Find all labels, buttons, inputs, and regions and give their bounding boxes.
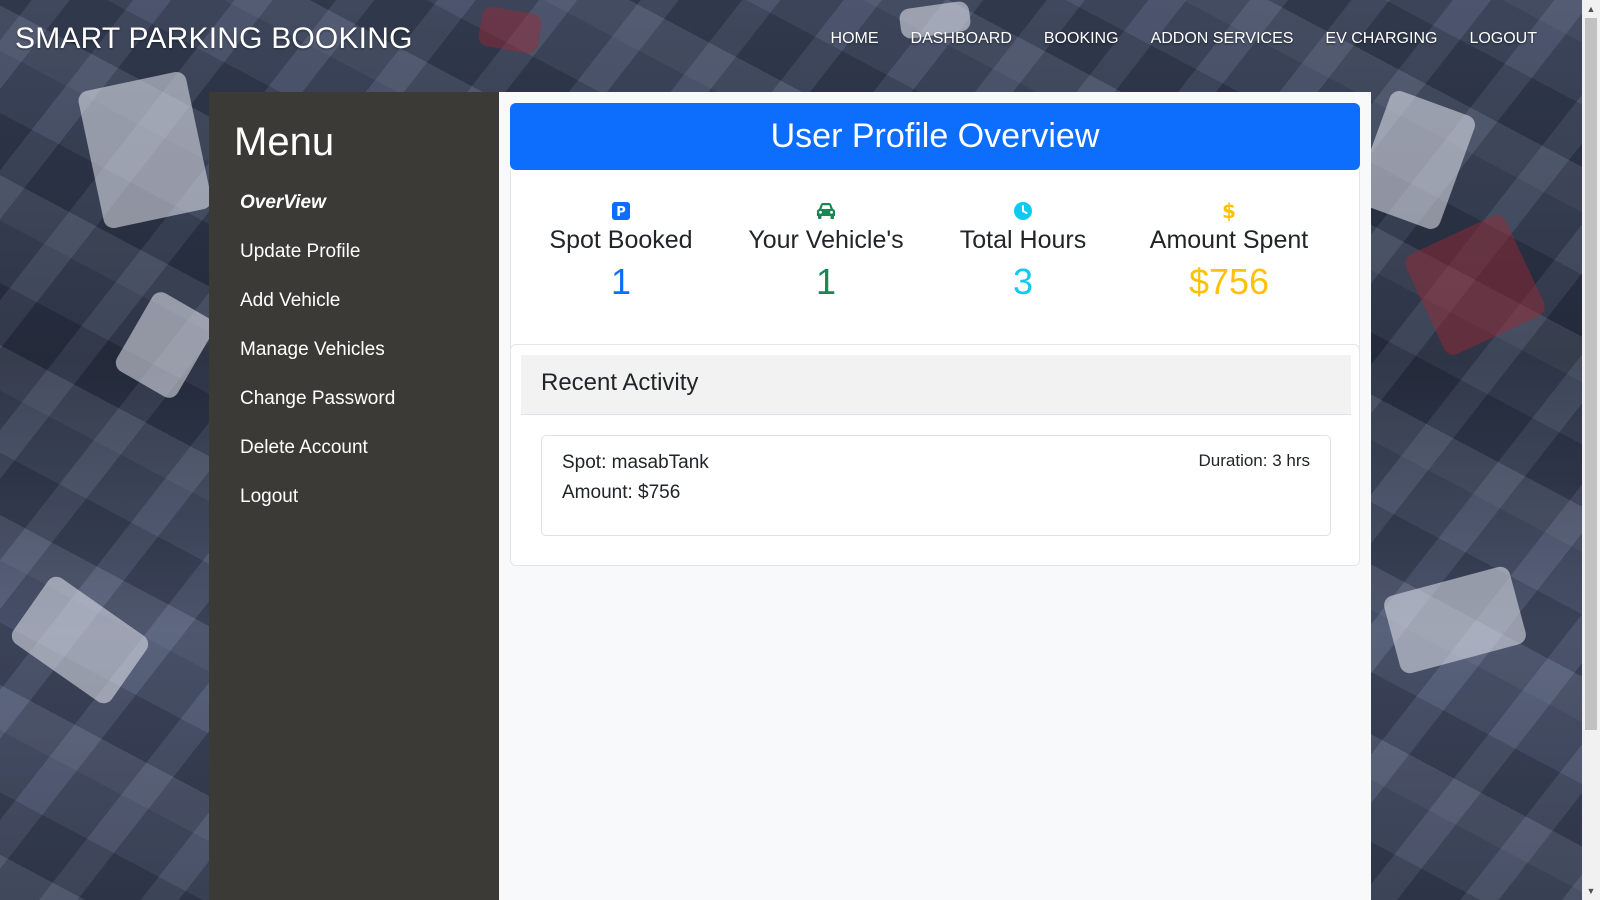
sidebar: Menu OverView Update Profile Add Vehicle… xyxy=(209,92,499,900)
brand-logo[interactable]: SMART PARKING BOOKING xyxy=(15,22,413,56)
stat-value: 1 xyxy=(815,261,837,302)
sidebar-link-manage-vehicles[interactable]: Manage Vehicles xyxy=(240,339,385,360)
recent-activity-title: Recent Activity xyxy=(541,369,699,396)
activity-duration: Duration: 3 hrs xyxy=(1198,451,1311,470)
sidebar-item-add-vehicle: Add Vehicle xyxy=(240,290,395,339)
sidebar-item-update-profile: Update Profile xyxy=(240,241,395,290)
parking-icon: P xyxy=(521,198,721,224)
dollar-icon: $ xyxy=(1129,198,1329,224)
scrollbar-thumb[interactable] xyxy=(1585,18,1597,730)
recent-activity-card: Recent Activity Spot: masabTank Amount: … xyxy=(510,344,1360,566)
sidebar-item-manage-vehicles: Manage Vehicles xyxy=(240,339,395,388)
stat-amount-spent: $ Amount Spent $756 xyxy=(1129,198,1329,303)
scroll-down-arrow-icon[interactable]: ▼ xyxy=(1582,882,1600,900)
top-navbar: SMART PARKING BOOKING HOME DASHBOARD BOO… xyxy=(0,0,1582,82)
car-icon xyxy=(726,198,926,224)
clock-icon xyxy=(923,198,1123,224)
stat-spot-booked: P Spot Booked 1 xyxy=(521,198,721,303)
activity-spot: Spot: masabTank xyxy=(562,452,709,473)
sidebar-link-change-password[interactable]: Change Password xyxy=(240,388,395,409)
activity-list-item: Spot: masabTank Amount: $756 Duration: 3… xyxy=(541,435,1331,536)
nav-ev-charging-link[interactable]: EV CHARGING xyxy=(1325,30,1437,48)
sidebar-item-change-password: Change Password xyxy=(240,388,395,437)
nav-dashboard-link[interactable]: DASHBOARD xyxy=(911,30,1012,48)
page-scrollbar[interactable]: ▲ ▼ xyxy=(1582,0,1600,900)
sidebar-link-delete-account[interactable]: Delete Account xyxy=(240,437,368,458)
sidebar-item-delete-account: Delete Account xyxy=(240,437,395,486)
stat-label: Total Hours xyxy=(959,226,1087,254)
sidebar-link-update-profile[interactable]: Update Profile xyxy=(240,241,360,262)
stat-vehicles: Your Vehicle's 1 xyxy=(726,198,926,303)
sidebar-link-logout[interactable]: Logout xyxy=(240,486,298,507)
nav-logout-link[interactable]: LOGOUT xyxy=(1469,30,1537,48)
sidebar-link-overview[interactable]: OverView xyxy=(240,192,326,213)
svg-text:$: $ xyxy=(1222,200,1236,222)
nav-booking-link[interactable]: BOOKING xyxy=(1044,30,1119,48)
stat-total-hours: Total Hours 3 xyxy=(923,198,1123,303)
nav-home-link[interactable]: HOME xyxy=(831,30,879,48)
sidebar-item-logout: Logout xyxy=(240,486,395,535)
main-content: User Profile Overview P Spot Booked 1 Yo… xyxy=(499,92,1371,900)
stat-label: Your Vehicle's xyxy=(748,226,904,254)
scroll-up-arrow-icon[interactable]: ▲ xyxy=(1582,0,1600,18)
sidebar-title: Menu xyxy=(234,120,335,164)
svg-text:P: P xyxy=(616,205,626,220)
main-nav: HOME DASHBOARD BOOKING ADDON SERVICES EV… xyxy=(831,30,1537,48)
stat-label: Amount Spent xyxy=(1149,226,1309,254)
sidebar-link-add-vehicle[interactable]: Add Vehicle xyxy=(240,290,340,311)
page-title: User Profile Overview xyxy=(770,117,1100,155)
stat-value: 3 xyxy=(1012,261,1034,302)
recent-activity-header: Recent Activity xyxy=(521,355,1351,415)
stat-value: 1 xyxy=(610,261,632,302)
stat-label: Spot Booked xyxy=(549,226,693,254)
sidebar-item-overview: OverView xyxy=(240,192,395,241)
activity-amount: Amount: $756 xyxy=(562,482,681,503)
page-header-card: User Profile Overview xyxy=(510,103,1360,170)
stat-value: $756 xyxy=(1188,261,1270,302)
sidebar-menu: OverView Update Profile Add Vehicle Mana… xyxy=(240,192,395,535)
nav-addon-services-link[interactable]: ADDON SERVICES xyxy=(1151,30,1294,48)
